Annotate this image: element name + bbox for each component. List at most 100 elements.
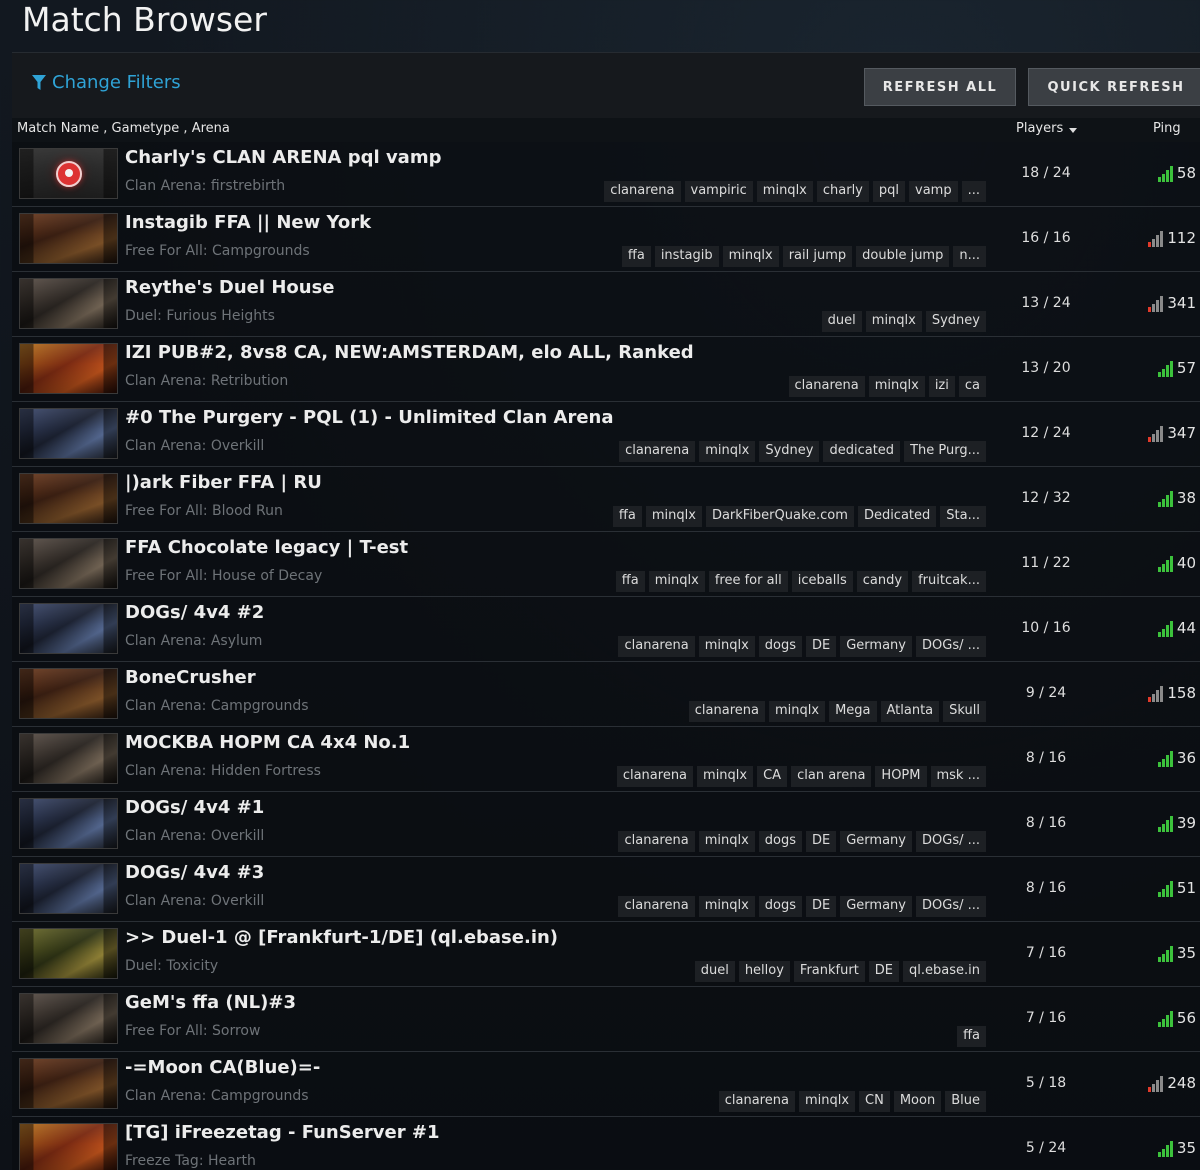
tag-chip: Blue: [945, 1091, 986, 1112]
tag-chip: CN: [859, 1091, 890, 1112]
match-name: MOCKBA HOPM CA 4x4 No.1: [125, 732, 411, 753]
column-header: Match Name , Gametype , Arena Players Pi…: [12, 118, 1200, 142]
tag-chip: Germany: [840, 896, 912, 917]
signal-bar: [1169, 491, 1173, 507]
tag-chip: clanarena: [618, 896, 695, 917]
match-row[interactable]: DOGs/ 4v4 #1 Clan Arena: Overkill clanaren…: [12, 792, 1200, 857]
arena-thumbnail: [19, 733, 118, 784]
signal-strength-icon: [1157, 166, 1173, 182]
signal-strength-icon: [1148, 1076, 1164, 1092]
signal-bar: [1169, 556, 1173, 572]
signal-bar: [1160, 1076, 1164, 1092]
tag-chip: minqlx: [722, 246, 779, 267]
tag-chip: Sydney: [759, 441, 820, 462]
ping-value: 51: [1176, 879, 1196, 897]
match-row[interactable]: -=Moon CA(Blue)=- Clan Arena: Campgrounds…: [12, 1052, 1200, 1117]
ping-cell: 51: [1157, 879, 1196, 897]
tag-chip: Sta...: [940, 506, 986, 527]
tag-chip: clanarena: [604, 181, 681, 202]
signal-bar: [1152, 304, 1156, 312]
ping-value: 347: [1167, 424, 1196, 442]
match-gametype-arena: Clan Arena: Campgrounds: [125, 1088, 309, 1104]
arena-thumbnail: [19, 668, 118, 719]
signal-bar: [1161, 174, 1165, 182]
tag-chip: minqlx: [697, 766, 754, 787]
match-row[interactable]: MOCKBA HOPM CA 4x4 No.1 Clan Arena: Hidde…: [12, 727, 1200, 792]
match-row[interactable]: BoneCrusher Clan Arena: Campgrounds clanar…: [12, 662, 1200, 727]
match-gametype-arena: Freeze Tag: Hearth: [125, 1153, 256, 1169]
signal-strength-icon: [1157, 1011, 1173, 1027]
signal-bar: [1165, 1145, 1169, 1157]
tag-chip: dogs: [758, 636, 802, 657]
match-row[interactable]: Instagib FFA || New York Free For All: Ca…: [12, 207, 1200, 272]
match-row[interactable]: GeM's ffa (NL)#3 Free For All: Sorrow ffa 7…: [12, 987, 1200, 1052]
column-name-header[interactable]: Match Name , Gametype , Arena: [17, 121, 230, 136]
tag-chip: Germany: [840, 831, 912, 852]
ping-value: 248: [1167, 1074, 1196, 1092]
tag-chip: minqlx: [645, 506, 702, 527]
match-row[interactable]: DOGs/ 4v4 #2 Clan Arena: Asylum clanarena m…: [12, 597, 1200, 662]
tag-chip: ffa: [621, 246, 651, 267]
match-row[interactable]: FFA Chocolate legacy | T-est Free For All…: [12, 532, 1200, 597]
ping-cell: 58: [1157, 164, 1196, 182]
signal-bar: [1169, 881, 1173, 897]
signal-bar: [1152, 694, 1156, 702]
tag-chip: DOGs/ ...: [916, 831, 986, 852]
signal-bar: [1165, 885, 1169, 897]
arena-thumbnail: [19, 993, 118, 1044]
match-tags: clanarena minqlx CN Moon Blue: [718, 1091, 986, 1113]
match-tags: clanarena minqlx dogs DE Germany DOGs/ ...: [618, 831, 986, 853]
signal-bar: [1160, 296, 1164, 312]
tag-chip: charly: [816, 181, 869, 202]
signal-strength-icon: [1148, 231, 1164, 247]
match-tags: clanarena minqlx Mega Atlanta Skull: [688, 701, 986, 723]
arena-thumbnail: [19, 213, 118, 264]
match-row[interactable]: >> Duel-1 @ [Frankfurt-1/DE] (ql.ebase.i…: [12, 922, 1200, 987]
column-players-label: Players: [1016, 121, 1064, 136]
tag-chip: free for all: [708, 571, 788, 592]
match-row[interactable]: [TG] iFreezetag - FunServer #1 Freeze Tag…: [12, 1117, 1200, 1170]
match-row[interactable]: Reythe's Duel House Duel: Furious Heights…: [12, 272, 1200, 337]
arena-thumbnail: [19, 863, 118, 914]
tag-chip: pql: [872, 181, 906, 202]
quick-refresh-button[interactable]: QUICK REFRESH: [1028, 68, 1200, 106]
player-count: 13 / 20: [1021, 360, 1071, 376]
page-title: Match Browser: [22, 0, 267, 39]
column-players-header[interactable]: Players: [1016, 121, 1078, 136]
match-row[interactable]: Charly's CLAN ARENA pql vamp Clan Arena: …: [12, 142, 1200, 207]
signal-strength-icon: [1157, 1141, 1173, 1157]
match-row[interactable]: DOGs/ 4v4 #3 Clan Arena: Overkill clanaren…: [12, 857, 1200, 922]
match-gametype-arena: Clan Arena: Retribution: [125, 373, 289, 389]
column-ping-header[interactable]: Ping: [1153, 121, 1181, 136]
match-list[interactable]: Charly's CLAN ARENA pql vamp Clan Arena: …: [12, 142, 1200, 1170]
player-count: 9 / 24: [1025, 685, 1067, 701]
signal-bar: [1157, 372, 1161, 377]
tag-chip: minqlx: [699, 441, 756, 462]
player-count: 13 / 24: [1021, 295, 1071, 311]
signal-bar: [1148, 437, 1152, 442]
tag-chip: The Purg...: [904, 441, 986, 462]
match-row[interactable]: |)ark Fiber FFA | RU Free For All: Blood …: [12, 467, 1200, 532]
match-name: IZI PUB#2, 8vs8 CA, NEW:AMSTERDAM, elo A…: [125, 342, 694, 363]
arena-thumbnail: [19, 148, 118, 199]
arena-thumbnail: [19, 1058, 118, 1109]
change-filters-link[interactable]: Change Filters: [32, 72, 181, 93]
match-row[interactable]: #0 The Purgery - PQL (1) - Unlimited Cla…: [12, 402, 1200, 467]
ping-cell: 44: [1157, 619, 1196, 637]
tag-chip: clanarena: [788, 376, 865, 397]
arena-thumbnail: [19, 473, 118, 524]
signal-bar: [1169, 1011, 1173, 1027]
signal-bar: [1152, 434, 1156, 442]
tag-chip: minqlx: [648, 571, 705, 592]
signal-bar: [1156, 690, 1160, 702]
tag-chip: minqlx: [698, 636, 755, 657]
tag-chip: clanarena: [618, 831, 695, 852]
tag-chip: DOGs/ ...: [916, 896, 986, 917]
player-count: 8 / 16: [1025, 880, 1067, 896]
tag-chip: ...: [961, 181, 986, 202]
signal-bar: [1156, 235, 1160, 247]
ping-value: 112: [1167, 229, 1196, 247]
match-row[interactable]: IZI PUB#2, 8vs8 CA, NEW:AMSTERDAM, elo A…: [12, 337, 1200, 402]
match-name: FFA Chocolate legacy | T-est: [125, 537, 409, 558]
refresh-all-button[interactable]: REFRESH ALL: [864, 68, 1016, 106]
